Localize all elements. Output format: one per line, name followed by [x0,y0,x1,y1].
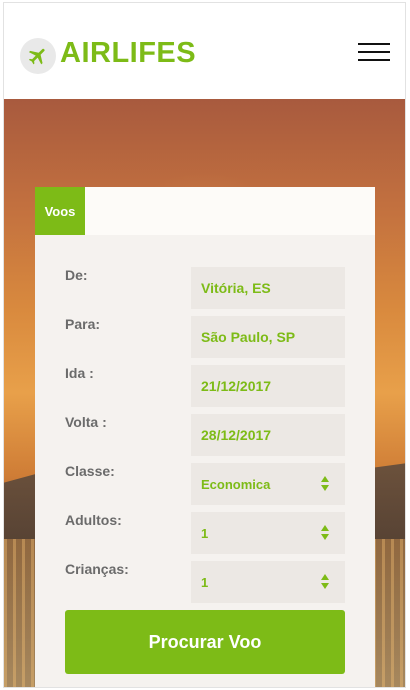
class-label: Classe: [65,463,115,479]
return-label: Volta : [65,414,107,430]
from-input[interactable]: Vitória, ES [191,267,345,309]
departure-row: Ida : 21/12/2017 [65,365,345,407]
hamburger-menu-icon[interactable] [358,43,390,67]
tab-flights[interactable]: Voos [35,187,85,235]
select-arrows-icon [321,525,329,541]
header: AIRLIFES [4,3,405,100]
return-date-input[interactable]: 28/12/2017 [191,414,345,456]
adults-select[interactable]: 1 [191,512,345,554]
return-row: Volta : 28/12/2017 [65,414,345,456]
class-row: Classe: Economica [65,463,345,505]
departure-label: Ida : [65,365,94,381]
select-arrows-icon [321,574,329,590]
adults-select-value: 1 [201,525,209,541]
flight-search-form: De: Vitória, ES Para: São Paulo, SP Ida … [35,235,375,687]
children-select[interactable]: 1 [191,561,345,603]
adults-label: Adultos: [65,512,122,528]
children-row: Crianças: 1 [65,561,345,603]
class-select-value: Economica [201,476,271,492]
adults-row: Adultos: 1 [65,512,345,554]
departure-date-input[interactable]: 21/12/2017 [191,365,345,407]
brand-logo[interactable]: AIRLIFES [60,37,196,70]
to-label: Para: [65,316,101,332]
children-select-value: 1 [201,574,209,590]
class-select[interactable]: Economica [191,463,345,505]
select-arrows-icon [321,476,329,492]
from-label: De: [65,267,88,283]
to-row: Para: São Paulo, SP [65,316,345,358]
app-frame: AIRLIFES Voos De: Vitória, ES Para: São … [4,3,405,687]
flight-search-panel: Voos De: Vitória, ES Para: São Paulo, SP… [35,187,375,687]
to-input[interactable]: São Paulo, SP [191,316,345,358]
plane-icon [20,38,56,74]
children-label: Crianças: [65,561,129,577]
from-row: De: Vitória, ES [65,267,345,309]
search-flight-button[interactable]: Procurar Voo [65,610,345,674]
